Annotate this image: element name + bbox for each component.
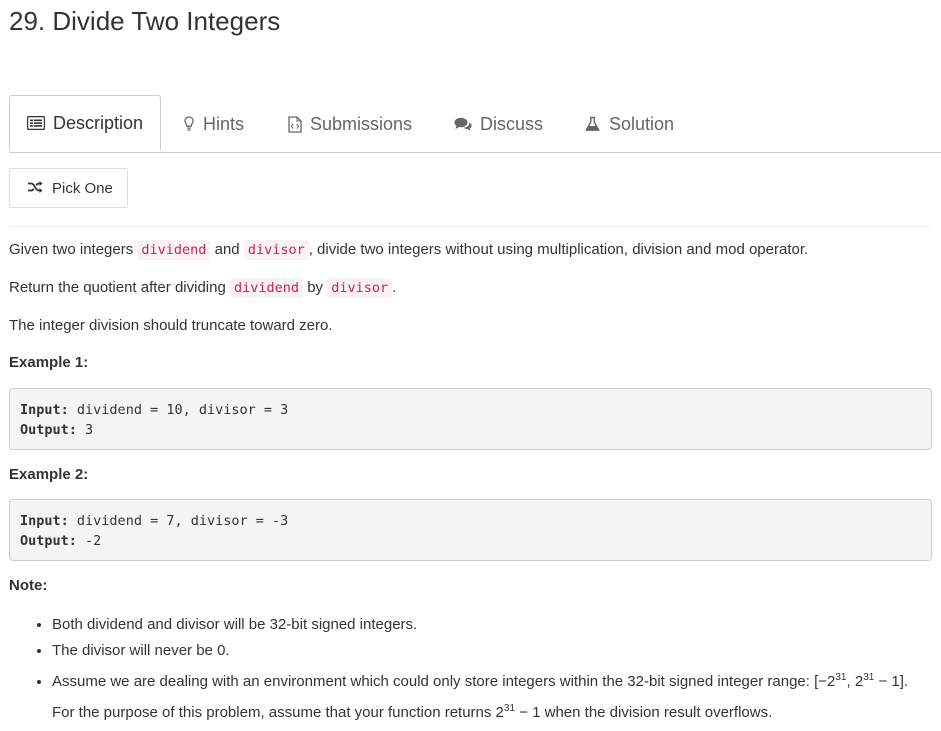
example-2-heading: Example 2: <box>9 466 89 483</box>
note-heading: Note: <box>9 577 48 594</box>
text: Given two integers <box>9 241 134 258</box>
input-label: Input: <box>20 513 69 529</box>
tab-bar: Description Hints Submissions Discuss So… <box>9 95 941 153</box>
superscript: 31 <box>863 672 875 683</box>
text: by <box>307 279 324 296</box>
input-value: dividend = 7, divisor = -3 <box>76 513 289 529</box>
list-item: Both dividend and divisor will be 32-bit… <box>52 612 932 638</box>
superscript: 31 <box>503 703 516 714</box>
inline-code-divisor: divisor <box>327 278 393 298</box>
superscript: 31 <box>835 672 847 683</box>
tab-label: Solution <box>609 113 675 134</box>
text: Assume we are dealing with an environmen… <box>52 673 836 690</box>
example-2-block: Input: dividend = 7, divisor = -3 Output… <box>9 499 932 561</box>
text: , 2 <box>846 673 864 690</box>
tab-description[interactable]: Description <box>9 95 161 151</box>
description-paragraph-3: The integer division should truncate tow… <box>9 317 333 334</box>
tab-label: Discuss <box>480 113 544 134</box>
input-value: dividend = 10, divisor = 3 <box>76 402 289 418</box>
text: , divide two integers without using mult… <box>308 241 809 258</box>
example-output-line: Output: 3 <box>20 420 921 440</box>
tab-solution[interactable]: Solution <box>584 95 674 152</box>
inline-code-divisor: divisor <box>243 240 309 260</box>
tab-label: Description <box>53 112 144 133</box>
example-input-line: Input: dividend = 10, divisor = 3 <box>20 400 921 420</box>
output-value: 3 <box>85 422 94 438</box>
flask-icon <box>584 115 600 133</box>
shuffle-icon <box>27 180 43 196</box>
list-item: The divisor will never be 0. <box>52 638 932 664</box>
inline-code-dividend: dividend <box>137 240 211 260</box>
text: Return the quotient after dividing <box>9 279 226 296</box>
output-value: -2 <box>85 533 102 549</box>
description-paragraph-2: Return the quotient after dividing divid… <box>9 278 397 298</box>
pick-one-button[interactable]: Pick One <box>9 168 128 208</box>
tab-label: Submissions <box>310 113 413 134</box>
description-icon <box>27 114 45 132</box>
page-title: 29. Divide Two Integers <box>9 6 281 36</box>
tab-label: Hints <box>203 113 245 134</box>
inline-code-dividend: dividend <box>229 278 304 298</box>
description-paragraph-1: Given two integers dividend and divisor,… <box>9 240 809 260</box>
example-output-line: Output: -2 <box>20 531 921 551</box>
output-label: Output: <box>20 422 77 438</box>
text: . <box>392 279 397 296</box>
list-item: Assume we are dealing with an environmen… <box>52 664 932 726</box>
example-input-line: Input: dividend = 7, divisor = -3 <box>20 511 921 531</box>
tab-submissions[interactable]: Submissions <box>287 95 412 152</box>
code-file-icon <box>287 115 302 133</box>
example-1-heading: Example 1: <box>9 354 89 371</box>
text: − 1 when the division result overflows. <box>515 704 773 721</box>
comments-icon <box>454 115 472 133</box>
tab-discuss[interactable]: Discuss <box>454 95 543 152</box>
input-label: Input: <box>20 402 69 418</box>
lightbulb-icon <box>183 115 195 133</box>
text: and <box>214 241 240 258</box>
divider <box>9 226 931 227</box>
pick-one-label: Pick One <box>52 179 113 197</box>
note-list: Both dividend and divisor will be 32-bit… <box>9 612 932 726</box>
tab-hints[interactable]: Hints <box>183 95 244 152</box>
example-1-block: Input: dividend = 10, divisor = 3 Output… <box>9 388 932 450</box>
output-label: Output: <box>20 533 77 549</box>
